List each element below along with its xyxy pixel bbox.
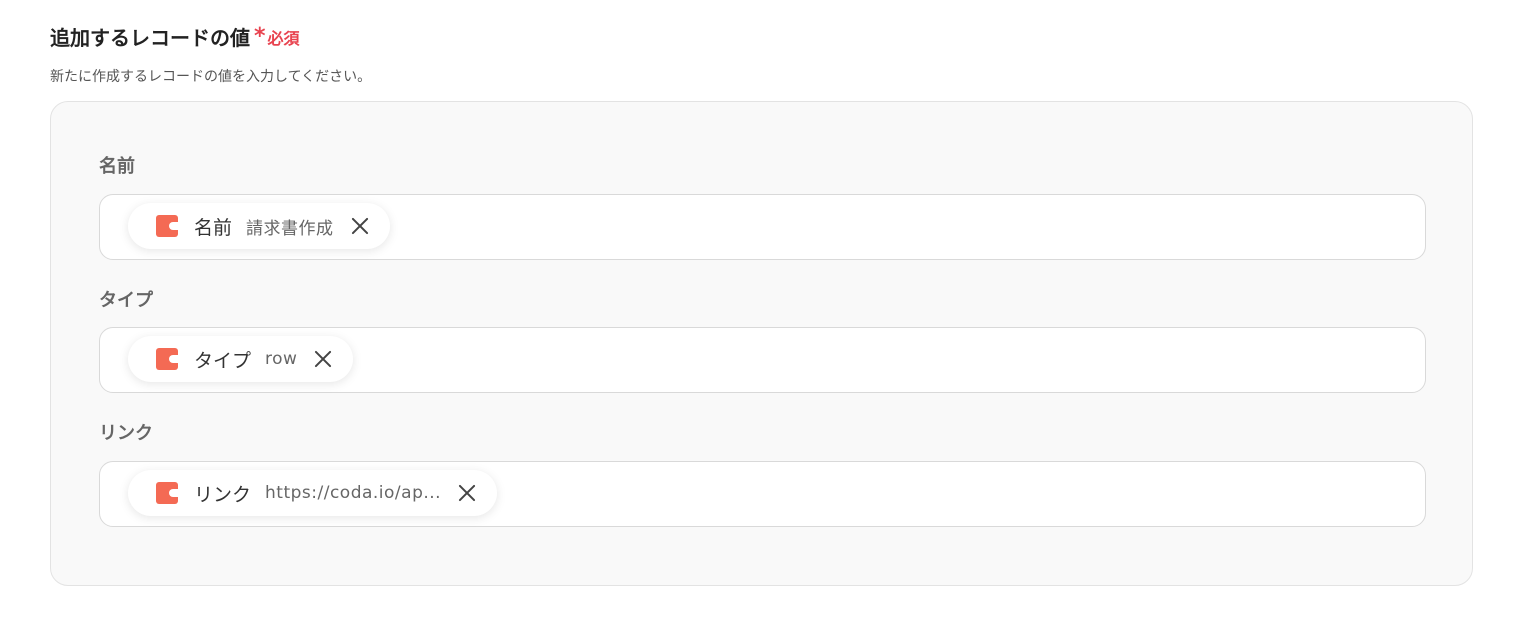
chip-variable-value: https://coda.io/ap... <box>265 483 442 503</box>
variable-chip-link[interactable]: リンク https://coda.io/ap... <box>128 470 498 516</box>
close-icon[interactable] <box>313 349 333 369</box>
record-values-panel: 名前 名前 請求書作成 タイプ タイプ row リンク リンク https://… <box>50 101 1473 586</box>
section-title: 追加するレコードの値 * 必須 <box>50 22 300 51</box>
variable-chip-name[interactable]: 名前 請求書作成 <box>128 203 390 249</box>
chip-variable-name: タイプ <box>194 349 252 372</box>
chip-variable-value: row <box>265 349 298 369</box>
coda-icon <box>156 215 178 237</box>
field-input-name[interactable]: 名前 請求書作成 <box>99 194 1426 260</box>
required-asterisk: * <box>254 24 266 49</box>
variable-chip-type[interactable]: タイプ row <box>128 336 354 382</box>
section-title-text: 追加するレコードの値 <box>50 26 250 50</box>
field-input-type[interactable]: タイプ row <box>99 327 1426 393</box>
field-input-link[interactable]: リンク https://coda.io/ap... <box>99 461 1426 527</box>
chip-variable-name: リンク <box>194 483 252 506</box>
coda-icon <box>156 482 178 504</box>
section-description: 新たに作成するレコードの値を入力してください。 <box>50 69 372 85</box>
close-icon[interactable] <box>457 483 477 503</box>
chip-variable-name: 名前 <box>194 216 233 239</box>
field-label-type: タイプ <box>99 290 153 311</box>
chip-variable-value: 請求書作成 <box>246 218 334 239</box>
field-label-link: リンク <box>99 423 153 444</box>
close-icon[interactable] <box>350 216 370 236</box>
required-label: 必須 <box>267 28 300 48</box>
field-label-name: 名前 <box>99 156 135 177</box>
coda-icon <box>156 348 178 370</box>
